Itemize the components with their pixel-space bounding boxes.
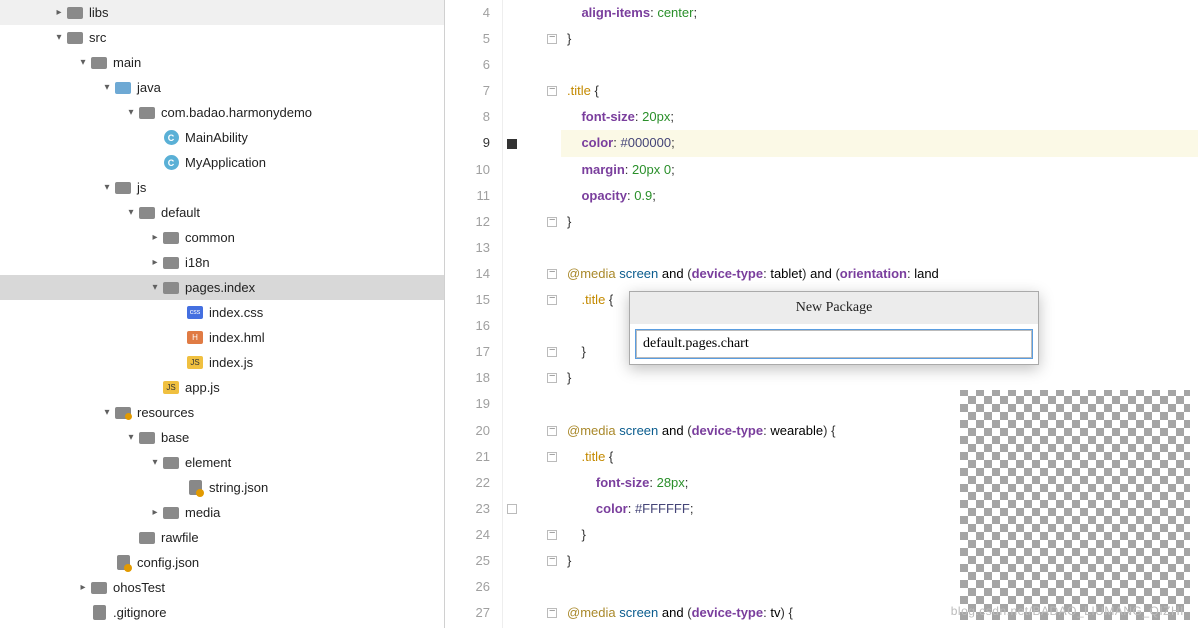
tree-item-ohostest[interactable]: ▸ ohosTest — [0, 575, 444, 600]
js-file-icon: JS — [163, 381, 179, 394]
line-number-gutter: 4567 891011 12131415 16171819 20212223 2… — [445, 0, 503, 628]
tree-label: index.css — [209, 305, 263, 320]
tree-item-common[interactable]: ▸ common — [0, 225, 444, 250]
tree-label: config.json — [137, 555, 199, 570]
tree-item-myapplication[interactable]: C MyApplication — [0, 150, 444, 175]
tree-item-java[interactable]: ▾ java — [0, 75, 444, 100]
chevron-down-icon: ▾ — [76, 57, 90, 68]
fold-icon[interactable] — [547, 347, 557, 357]
tree-item-media[interactable]: ▸ media — [0, 500, 444, 525]
class-icon: C — [164, 155, 179, 170]
chevron-down-icon: ▾ — [148, 457, 162, 468]
tree-item-resources[interactable]: ▾ resources — [0, 400, 444, 425]
watermark-text: blog.csdn.net/BADAO_LIUMANG_QIZHI — [951, 604, 1184, 618]
tree-label: libs — [89, 5, 109, 20]
tree-item-element[interactable]: ▾ element — [0, 450, 444, 475]
tree-label: string.json — [209, 480, 268, 495]
hml-file-icon: H — [187, 331, 203, 344]
chevron-right-icon: ▸ — [76, 582, 90, 593]
fold-icon[interactable] — [547, 452, 557, 462]
fold-icon[interactable] — [547, 530, 557, 540]
tree-item-package[interactable]: ▾ com.badao.harmonydemo — [0, 100, 444, 125]
tree-item-pagesindex[interactable]: ▾ pages.index — [0, 275, 444, 300]
tree-label: app.js — [185, 380, 220, 395]
json-file-icon — [117, 555, 130, 570]
tree-label: java — [137, 80, 161, 95]
tree-label: pages.index — [185, 280, 255, 295]
file-icon — [93, 605, 106, 620]
chevron-right-icon: ▸ — [148, 232, 162, 243]
fold-icon[interactable] — [547, 426, 557, 436]
class-icon: C — [164, 130, 179, 145]
tree-label: com.badao.harmonydemo — [161, 105, 312, 120]
project-tree[interactable]: ▸ libs ▾ src ▾ main ▾ java ▾ com.badao.harmon… — [0, 0, 445, 628]
tree-label: .gitignore — [113, 605, 166, 620]
fold-icon[interactable] — [547, 217, 557, 227]
tree-label: main — [113, 55, 141, 70]
chevron-down-icon: ▾ — [100, 182, 114, 193]
tree-label: src — [89, 30, 106, 45]
chevron-right-icon: ▸ — [148, 507, 162, 518]
code-editor[interactable]: 4567 891011 12131415 16171819 20212223 2… — [445, 0, 1198, 628]
fold-icon[interactable] — [547, 373, 557, 383]
chevron-down-icon: ▾ — [100, 82, 114, 93]
fold-gutter — [543, 0, 561, 628]
chevron-right-icon: ▸ — [148, 257, 162, 268]
tree-label: resources — [137, 405, 194, 420]
dialog-title: New Package — [630, 292, 1038, 324]
tree-item-js[interactable]: ▾ js — [0, 175, 444, 200]
chevron-down-icon: ▾ — [52, 32, 66, 43]
tree-item-i18n[interactable]: ▸ i18n — [0, 250, 444, 275]
tree-item-indexcss[interactable]: css index.css — [0, 300, 444, 325]
tree-label: rawfile — [161, 530, 199, 545]
tree-label: common — [185, 230, 235, 245]
chevron-right-icon: ▸ — [52, 7, 66, 18]
tree-item-src[interactable]: ▾ src — [0, 25, 444, 50]
breakpoint-icon[interactable] — [507, 139, 517, 149]
tree-label: media — [185, 505, 220, 520]
fold-icon[interactable] — [547, 34, 557, 44]
tree-item-stringjson[interactable]: string.json — [0, 475, 444, 500]
fold-icon[interactable] — [547, 295, 557, 305]
tree-item-configjson[interactable]: config.json — [0, 550, 444, 575]
fold-icon[interactable] — [547, 608, 557, 618]
package-name-input[interactable] — [636, 330, 1032, 358]
tree-item-appjs[interactable]: JS app.js — [0, 375, 444, 400]
tree-item-base[interactable]: ▾ base — [0, 425, 444, 450]
chevron-down-icon: ▾ — [124, 107, 138, 118]
tree-label: MyApplication — [185, 155, 266, 170]
tree-label: index.hml — [209, 330, 265, 345]
marker-gutter — [503, 0, 543, 628]
chevron-down-icon: ▾ — [148, 282, 162, 293]
tree-label: js — [137, 180, 146, 195]
chevron-down-icon: ▾ — [100, 407, 114, 418]
tree-label: i18n — [185, 255, 210, 270]
tree-item-indexhml[interactable]: Hindex.hml — [0, 325, 444, 350]
code-area[interactable]: align-items: center; } .title { font-siz… — [561, 0, 1198, 628]
tree-label: base — [161, 430, 189, 445]
tree-item-indexjs[interactable]: JS index.js — [0, 350, 444, 375]
css-file-icon: css — [187, 306, 203, 319]
breakpoint-outline-icon[interactable] — [507, 504, 517, 514]
tree-label: element — [185, 455, 231, 470]
tree-item-gitignore[interactable]: .gitignore — [0, 600, 444, 625]
fold-icon[interactable] — [547, 86, 557, 96]
fold-icon[interactable] — [547, 269, 557, 279]
tree-item-main[interactable]: ▾ main — [0, 50, 444, 75]
tree-label: ohosTest — [113, 580, 165, 595]
fold-icon[interactable] — [547, 556, 557, 566]
json-file-icon — [189, 480, 202, 495]
tree-item-mainability[interactable]: C MainAbility — [0, 125, 444, 150]
js-file-icon: JS — [187, 356, 203, 369]
chevron-down-icon: ▾ — [124, 207, 138, 218]
new-package-dialog: New Package — [629, 291, 1039, 365]
tree-label: default — [161, 205, 200, 220]
tree-item-libs[interactable]: ▸ libs — [0, 0, 444, 25]
tree-label: index.js — [209, 355, 253, 370]
tree-item-rawfile[interactable]: rawfile — [0, 525, 444, 550]
qr-code-watermark — [960, 390, 1190, 620]
tree-label: MainAbility — [185, 130, 248, 145]
tree-item-default[interactable]: ▾ default — [0, 200, 444, 225]
chevron-down-icon: ▾ — [124, 432, 138, 443]
